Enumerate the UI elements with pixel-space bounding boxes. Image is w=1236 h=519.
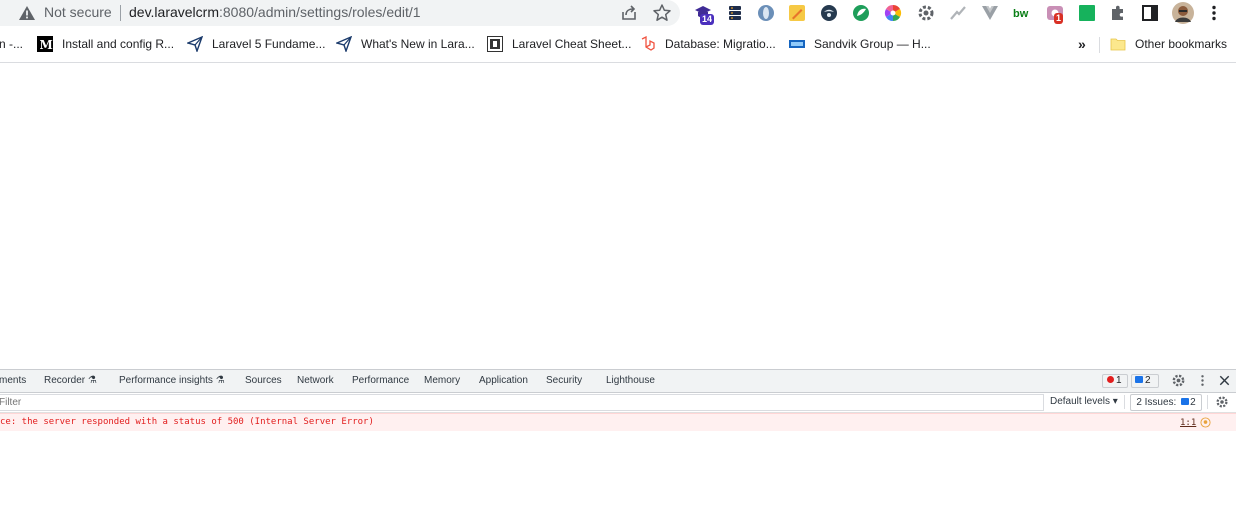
address-bar-row: Not secure dev.laravelcrm:8080/admin/set… — [0, 0, 1236, 28]
filter-divider — [1124, 395, 1125, 409]
cheat-sheet-logo-icon — [487, 36, 503, 52]
bookmark-label: Sandvik Group — H... — [814, 37, 931, 51]
camera-extension-icon[interactable]: 1 — [1045, 3, 1065, 24]
bookmark-star-icon[interactable] — [652, 3, 672, 23]
devtools-panel: ments Recorder ⚗ Performance insights ⚗ … — [0, 369, 1236, 519]
chevrons-right-icon: » — [1078, 36, 1086, 52]
bookmarks-divider — [1099, 37, 1100, 53]
bookmark-label: Laravel 5 Fundame... — [212, 37, 326, 51]
paper-plane-icon — [336, 36, 352, 52]
tab-performance-insights-label: Performance insights — [119, 375, 213, 386]
issue-count: 2 — [1145, 375, 1151, 386]
devtools-more-icon[interactable] — [1195, 373, 1210, 388]
gear-extension-icon[interactable] — [916, 3, 936, 23]
green-square-extension-icon[interactable] — [1077, 3, 1097, 23]
console-filter-bar: Default levels ▾ 2 Issues: 2 — [0, 393, 1236, 413]
tab-recorder[interactable]: Recorder ⚗ — [44, 375, 97, 386]
console-output-area[interactable] — [0, 431, 1236, 519]
url-path: :8080/admin/settings/roles/edit/1 — [219, 4, 421, 20]
vue-devtools-icon[interactable] — [980, 3, 1000, 23]
svg-text:bw: bw — [1013, 8, 1029, 20]
side-panel-icon[interactable] — [1140, 3, 1160, 23]
tab-performance[interactable]: Performance — [352, 375, 409, 386]
server-stack-extension-icon[interactable] — [725, 3, 745, 23]
bookmark-item[interactable]: M Install and config R... — [37, 30, 174, 58]
log-levels-dropdown[interactable]: Default levels ▾ — [1050, 396, 1118, 407]
tab-memory[interactable]: Memory — [424, 375, 460, 386]
bookmark-label: Laravel Cheat Sheet... — [512, 37, 632, 51]
flask-icon: ⚗ — [87, 375, 97, 386]
issue-chat-icon — [1181, 398, 1190, 405]
filter-divider — [1207, 395, 1208, 409]
page-viewport — [0, 63, 1236, 369]
issues-label: 2 Issues: — [1136, 397, 1177, 408]
bookmarks-bar: n -... M Install and config R... Laravel… — [0, 30, 1236, 58]
devtools-settings-gear-icon[interactable] — [1171, 373, 1186, 388]
bookmark-item[interactable]: n -... — [0, 30, 23, 58]
lens-extension-icon[interactable] — [756, 3, 776, 23]
trend-line-extension-icon[interactable] — [948, 3, 968, 23]
laravel-logo-icon — [641, 36, 655, 51]
tab-lighthouse[interactable]: Lighthouse — [606, 375, 655, 386]
green-leaf-extension-icon[interactable] — [851, 3, 871, 23]
security-status-label[interactable]: Not secure — [44, 4, 112, 20]
omnibox[interactable]: Not secure dev.laravelcrm:8080/admin/set… — [0, 0, 680, 26]
medium-logo-icon: M — [37, 36, 53, 52]
console-filter-input[interactable] — [0, 394, 1044, 411]
devtools-close-icon[interactable] — [1217, 373, 1232, 388]
tab-sources[interactable]: Sources — [245, 375, 282, 386]
warning-triangle-icon[interactable] — [18, 4, 36, 22]
issue-count-badge[interactable]: 2 — [1131, 374, 1159, 388]
tab-network[interactable]: Network — [297, 375, 334, 386]
tab-elements[interactable]: ments — [0, 375, 26, 386]
error-count-badge[interactable]: 1 — [1102, 374, 1128, 388]
other-bookmarks-folder[interactable]: Other bookmarks — [1110, 30, 1227, 58]
dark-globe-extension-icon[interactable] — [819, 3, 839, 23]
devtools-tab-bar: ments Recorder ⚗ Performance insights ⚗ … — [0, 369, 1236, 393]
tab-application[interactable]: Application — [479, 375, 528, 386]
bookmark-item[interactable]: Laravel Cheat Sheet... — [487, 30, 631, 58]
share-icon[interactable] — [620, 4, 638, 22]
bw-extension-icon[interactable]: bw — [1012, 3, 1032, 23]
console-settings-gear-icon[interactable] — [1215, 395, 1229, 409]
pencil-note-extension-icon[interactable] — [787, 3, 807, 23]
issue-chat-icon — [1135, 376, 1143, 383]
svg-text:M: M — [40, 38, 53, 52]
color-wheel-extension-icon[interactable] — [883, 3, 903, 23]
bookmark-item[interactable]: Sandvik Group — H... — [789, 30, 931, 58]
tab-recorder-label: Recorder — [44, 375, 86, 386]
folder-icon — [1110, 38, 1126, 51]
error-count: 1 — [1116, 375, 1122, 386]
more-menu-icon[interactable] — [1204, 3, 1224, 23]
puzzle-extensions-icon[interactable] — [1108, 3, 1128, 23]
profile-avatar[interactable] — [1172, 2, 1194, 24]
console-error-row: ce: the server responded with a status o… — [0, 413, 1236, 432]
paper-plane-icon — [187, 36, 203, 52]
bookmarks-overflow-button[interactable]: » — [1078, 30, 1086, 58]
issues-count: 2 — [1190, 397, 1196, 408]
bookmark-item[interactable]: What's New in Lara... — [336, 30, 475, 58]
other-bookmarks-label: Other bookmarks — [1135, 37, 1228, 51]
flask-icon: ⚗ — [215, 375, 225, 386]
bookmark-item[interactable]: Database: Migratio... — [640, 30, 776, 58]
bookmark-label: Database: Migratio... — [665, 37, 776, 51]
bookmark-label: n -... — [0, 37, 24, 51]
omnibox-divider — [120, 5, 121, 21]
url-host: dev.laravelcrm — [129, 4, 219, 20]
issues-button[interactable]: 2 Issues: 2 — [1130, 394, 1202, 411]
extension-badge: 1 — [1054, 13, 1064, 24]
console-error-message: ce: the server responded with a status o… — [0, 417, 374, 427]
bookmark-item[interactable]: Laravel 5 Fundame... — [187, 30, 325, 58]
console-error-source-link[interactable]: 1:1 — [1180, 418, 1196, 428]
bookmark-label: What's New in Lara... — [361, 37, 475, 51]
tab-security[interactable]: Security — [546, 375, 582, 386]
graduation-cap-extension-icon[interactable]: 14 — [694, 3, 715, 25]
sandvik-logo-icon — [789, 40, 805, 48]
tab-performance-insights[interactable]: Performance insights ⚗ — [119, 375, 225, 386]
bookmark-label: Install and config R... — [62, 37, 175, 51]
url-text[interactable]: dev.laravelcrm:8080/admin/settings/roles… — [129, 4, 421, 20]
ai-insight-bulb-icon[interactable] — [1200, 417, 1211, 428]
extension-badge: 14 — [700, 14, 715, 25]
error-circle-icon — [1107, 376, 1114, 383]
